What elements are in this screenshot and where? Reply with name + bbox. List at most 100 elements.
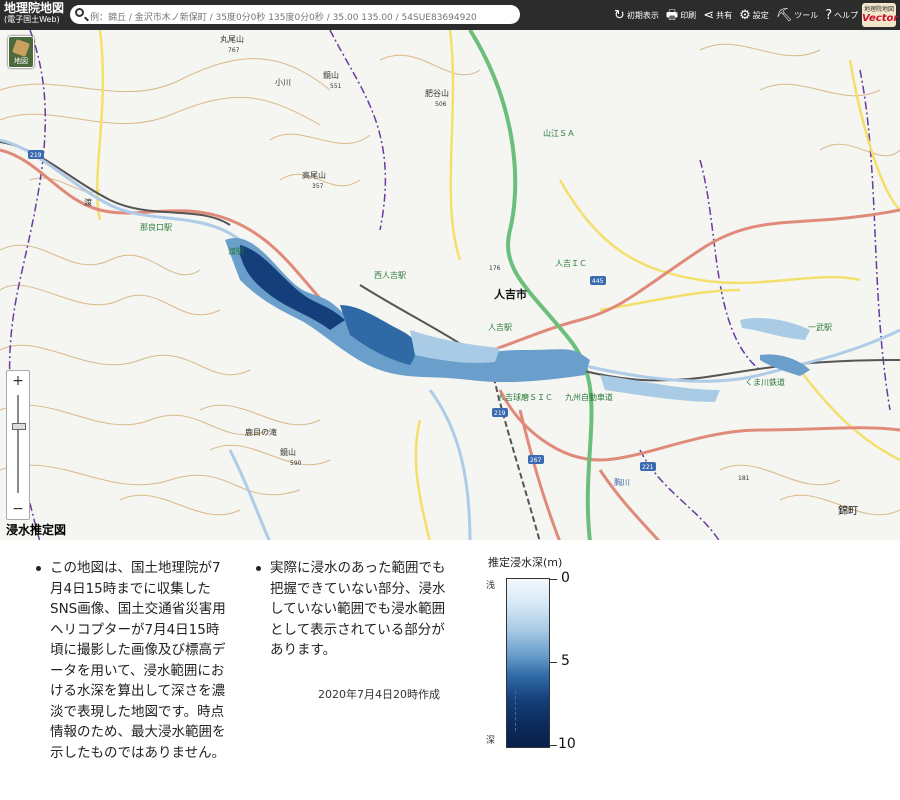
road-shield-219b: 219: [494, 410, 506, 417]
bullet2-line: 実際に浸水のあった範囲でも: [270, 560, 446, 576]
map-label-nabeguchi-eki: 那良口駅: [140, 222, 172, 232]
admin-boundaries: [8, 30, 891, 542]
road-shield-221: 221: [642, 464, 654, 471]
map-label-watari-eki: 渡駅: [228, 246, 244, 256]
bullet2-line: 把握できていない部分、浸水: [270, 580, 446, 597]
map-label-shiyama-elev: 506: [435, 101, 447, 108]
settings-button[interactable]: ⚙ 設定: [739, 9, 769, 22]
bullet2-line: として表示されている部分が: [270, 621, 445, 638]
map-label-kagamiyama: 鏡山: [280, 447, 296, 457]
map-label-takaoyama-elev: 357: [312, 183, 324, 190]
bullet1-line: ける水深を算出して深さを濃: [50, 683, 226, 699]
zoom-in-button[interactable]: +: [7, 371, 29, 391]
search-icon: [75, 8, 84, 17]
legend-tick-line-10: [549, 745, 557, 746]
zoom-slider-handle[interactable]: [12, 423, 26, 430]
layer-switch-button[interactable]: 地図: [8, 36, 34, 68]
reset-view-button[interactable]: ↻ 初期表示: [614, 9, 659, 22]
bullet1-line: ータを用いて、浸水範囲にお: [50, 662, 225, 679]
vector-map-button[interactable]: 地理院地図 Vector: [862, 3, 899, 27]
map-label-ogawa: 小川: [275, 78, 291, 87]
map-label-pt-176: 176: [489, 265, 501, 272]
contour-lines: [0, 43, 900, 516]
share-icon: ⋖: [703, 7, 715, 23]
print-icon: 🖶: [665, 7, 679, 23]
map-layer-icon: [12, 39, 30, 57]
bullet-description-2: 実際に浸水のあった範囲でも 把握できていない部分、浸水 していない範囲でも浸水範…: [256, 558, 480, 661]
tool-icon: ⛏: [775, 7, 793, 23]
help-button[interactable]: ? ヘルプ: [825, 9, 858, 22]
bullet-dot: [256, 566, 261, 571]
legend-tick-5: 5: [561, 653, 570, 669]
map-label-hitoyoshi-eki: 人吉駅: [488, 323, 512, 332]
bullet-description-1: この地図は、国土地理院が7 月4日15時までに収集した SNS画像、国土交通省災…: [36, 558, 260, 763]
bullet1-line: 淡で表現した地図です。時点: [50, 703, 225, 720]
bullet1-line: 示したものではありません。: [50, 744, 226, 761]
map-svg: 丸尾山 767 鏡山 551 小川 肥谷山 506 山江ＳＡ 高尾山 357 那…: [0, 30, 900, 542]
legend-color-bar: [506, 578, 550, 748]
print-button[interactable]: 🖶 印刷: [666, 9, 696, 22]
reset-icon: ↻: [614, 7, 625, 23]
map-labels: 丸尾山 767 鏡山 551 小川 肥谷山 506 山江ＳＡ 高尾山 357 那…: [84, 34, 858, 517]
map-canvas[interactable]: 丸尾山 767 鏡山 551 小川 肥谷山 506 山江ＳＡ 高尾山 357 那…: [0, 30, 900, 542]
zoom-control: + −: [6, 370, 30, 520]
help-icon: ?: [825, 7, 833, 23]
map-label-pt-181: 181: [738, 475, 750, 482]
bullet1-line: 情報のため、最大浸水範囲を: [50, 724, 226, 740]
map-label-kyushu-expressway: 九州自動車道: [565, 392, 613, 402]
app-logo[interactable]: 地理院地図 (電子国土Web): [4, 2, 64, 26]
toolbar: ↻ 初期表示 🖶 印刷 ⋖ 共有 ⚙ 設定 ⛏ ツール ? ヘルプ: [614, 6, 865, 24]
help-label: ヘルプ: [834, 10, 859, 20]
expressway: [468, 30, 594, 542]
road-shield-219: 219: [30, 152, 42, 159]
map-label-hitoyoshi-kyuma-sic: 人吉球磨ＳＩＣ: [497, 392, 553, 402]
share-button[interactable]: ⋖ 共有: [703, 9, 732, 22]
bullet1-line: SNS画像、国土交通省災害用: [50, 601, 226, 617]
gear-icon: ⚙: [739, 7, 751, 23]
zoom-slider-track[interactable]: [17, 395, 19, 493]
map-label-ichibu-eki: 一武駅: [808, 322, 832, 332]
map-label-kaneyama: 鏡山: [323, 70, 339, 80]
map-label-maruoyama: 丸尾山: [220, 34, 244, 44]
legend-tick-line-0: [549, 579, 557, 580]
app-title: 地理院地図: [4, 1, 65, 15]
vector-button-label: Vector: [862, 13, 899, 24]
print-label: 印刷: [680, 10, 697, 20]
bullet1-line: 頃に撮影した画像及び標高デ: [50, 642, 226, 658]
bullet1-line: この地図は、国土地理院が7: [50, 560, 221, 576]
map-label-watari: 渡: [84, 197, 92, 207]
bullet2-line: していない範囲でも浸水範囲: [270, 601, 446, 617]
app-subtitle: (電子国土Web): [4, 15, 60, 24]
bullet-dot: [36, 566, 41, 571]
layer-switch-label: 地図: [14, 57, 28, 65]
road-shield-445: 445: [592, 278, 604, 285]
legend-tick-10: 10: [558, 736, 576, 752]
prefectural-roads: [95, 30, 900, 542]
map-label-komagawa: 胸川: [614, 477, 630, 487]
legend-tick-line-5: [549, 662, 557, 663]
map-label-kaneyama-elev: 551: [330, 83, 342, 90]
road-shield-267: 267: [530, 457, 542, 464]
map-label-nishiki-machi: 錦町: [838, 504, 858, 517]
map-label-takaoyama: 高尾山: [302, 170, 326, 180]
tools-button[interactable]: ⛏ ツール: [776, 9, 819, 22]
creation-date: 2020年7月4日20時作成: [318, 688, 440, 701]
bullet1-line: ヘリコプターが7月4日15時: [50, 621, 220, 638]
legend-title: 推定浸水深(m): [488, 556, 563, 569]
zoom-out-button[interactable]: −: [7, 499, 29, 519]
legend-tick-0: 0: [561, 570, 570, 586]
panel-title: 浸水推定図: [6, 523, 67, 537]
bullet1-line: 月4日15時までに収集した: [50, 580, 211, 597]
legend-dash-line: [515, 691, 516, 731]
map-label-sanko-sa: 山江ＳＡ: [543, 128, 575, 138]
share-label: 共有: [716, 10, 733, 20]
top-bar: 地理院地図 (電子国土Web) ↻ 初期表示 🖶 印刷 ⋖ 共有 ⚙ 設定 ⛏ …: [0, 0, 900, 30]
search-box[interactable]: [70, 5, 520, 27]
flood-area: [225, 238, 810, 402]
search-input[interactable]: [90, 9, 510, 27]
map-label-hitoyoshi-city: 人吉市: [494, 287, 527, 301]
map-label-shiyama: 肥谷山: [425, 88, 449, 98]
map-label-maruoyama-elev: 767: [228, 47, 240, 54]
settings-label: 設定: [752, 10, 769, 20]
legend-shallow-label: 浅: [486, 581, 496, 591]
